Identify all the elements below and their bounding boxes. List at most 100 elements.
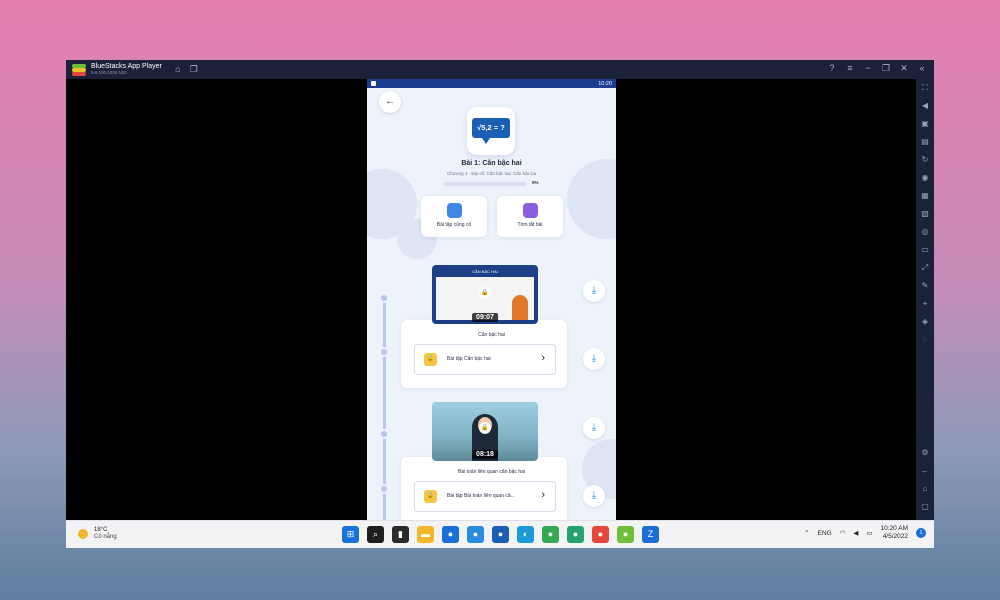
zalo-icon[interactable]: Z xyxy=(642,526,659,543)
video-thumbnail[interactable]: CĂN BẬC HAI 🔒 09:07 xyxy=(432,265,538,324)
video-duration: 08:18 xyxy=(472,450,498,459)
taskbar-apps: ⊞ ⌕ ▮ ▬ ● ● ● ◐ ● ● ● ● Z xyxy=(342,526,659,543)
recent-apps-icon[interactable]: ▢ xyxy=(916,498,934,516)
exercise-row[interactable]: 🔒 Bài tập Căn bậc hai › xyxy=(414,344,556,375)
camera-icon[interactable]: ▦ xyxy=(916,187,934,205)
lesson-subtitle: Chương 1 · Đại số: Căn bậc hai. Căn bậc … xyxy=(446,171,537,176)
home-icon[interactable]: ⌂ xyxy=(170,64,186,75)
app-icon-2[interactable]: ● xyxy=(467,526,484,543)
bluestacks-logo-icon xyxy=(72,63,86,76)
summary-card-label: Tóm tắt bài xyxy=(517,222,543,228)
app-icon-3[interactable]: ● xyxy=(492,526,509,543)
multi-instance-icon[interactable]: ❐ xyxy=(186,64,202,75)
slide-heading: CĂN BẬC HAI xyxy=(472,269,498,274)
title-bar: BlueStacks App Player 5.6.100.1026 N32 ⌂… xyxy=(66,60,934,79)
chevron-right-icon: › xyxy=(541,489,545,501)
edge-icon[interactable]: ◐ xyxy=(517,526,534,543)
location-icon[interactable]: ⌖ xyxy=(916,295,934,313)
volume-icon[interactable]: ◀ xyxy=(916,97,934,115)
fullscreen-icon[interactable]: ⛶ xyxy=(916,79,934,97)
sun-icon xyxy=(78,528,88,539)
summary-icon xyxy=(522,203,538,218)
download-button[interactable]: ⤓ xyxy=(583,348,605,370)
lock-icon: 🔒 xyxy=(424,490,437,503)
window-title: BlueStacks App Player xyxy=(91,63,162,71)
download-icon: ⤓ xyxy=(591,490,597,501)
android-screen: 10:20 ← √5,2 = ? Bài 1: Căn bậc hai Chươ… xyxy=(367,79,616,520)
chrome-icon-2[interactable]: ● xyxy=(592,526,609,543)
sync-icon[interactable]: ◌ xyxy=(916,331,934,349)
chrome-icon-1[interactable]: ● xyxy=(542,526,559,543)
weather-description: Có nắng xyxy=(94,533,117,540)
gamepad-icon[interactable]: ◉ xyxy=(916,169,934,187)
notification-icon xyxy=(371,81,376,86)
exercise-row[interactable]: 🔒 Bài tập Bài toán liên quan că... › xyxy=(414,481,556,512)
exercise-book-icon xyxy=(446,203,462,218)
chevron-right-icon: › xyxy=(541,352,545,364)
notification-badge[interactable]: 1 xyxy=(916,528,926,539)
battery-icon[interactable]: ▭ xyxy=(866,529,872,537)
screenshot-icon[interactable]: ▧ xyxy=(916,205,934,223)
clock-date: 4/5/2022 xyxy=(882,533,908,541)
restore-icon[interactable]: ❐ xyxy=(878,63,894,74)
layers-icon[interactable]: ◈ xyxy=(916,313,934,331)
home-nav-icon[interactable]: ⌂ xyxy=(916,480,934,498)
close-icon[interactable]: ✕ xyxy=(896,63,912,74)
android-status-bar: 10:20 xyxy=(367,79,616,88)
back-button[interactable]: ← xyxy=(379,91,401,113)
resize-icon[interactable]: ⤢ xyxy=(916,259,934,277)
lock-icon: 🔒 xyxy=(424,353,437,366)
minimize-icon[interactable]: − xyxy=(860,63,876,74)
download-button[interactable]: ⤓ xyxy=(583,417,605,439)
timeline-dot xyxy=(379,293,389,303)
system-tray: ⌃ ENG ◠ ◀ ▭ 10:20 AM 4/5/2022 1 xyxy=(804,525,926,541)
exercise-card-label: Bài tập củng cố xyxy=(436,222,472,228)
eco-icon[interactable]: ✎ xyxy=(916,277,934,295)
bluestacks-sidebar: ⛶ ◀ ▣ ▤ ↻ ◉ ▦ ▧ ◎ ▭ ⤢ ✎ ⌖ ◈ ◌ ⚙ ← ⌂ ▢ xyxy=(916,79,934,520)
app-icon-1[interactable]: ● xyxy=(442,526,459,543)
collapse-sidebar-icon[interactable]: « xyxy=(914,63,930,74)
download-button[interactable]: ⤓ xyxy=(583,280,605,302)
lock-icon: 🔒 xyxy=(479,422,491,434)
weather-temperature: 18°C xyxy=(94,527,108,533)
language-indicator[interactable]: ENG xyxy=(818,530,832,537)
lesson-thumbnail: √5,2 = ? xyxy=(467,107,515,155)
bluestacks-icon[interactable]: ● xyxy=(617,526,634,543)
weather-widget[interactable]: 18°C Có nắng xyxy=(78,527,117,540)
clock[interactable]: 10:20 AM 4/5/2022 xyxy=(881,525,908,541)
media-icon[interactable]: ▣ xyxy=(916,115,934,133)
lesson-thumbnail-text: √5,2 = ? xyxy=(472,118,510,138)
help-icon[interactable]: ? xyxy=(824,63,840,74)
video-duration: 09:07 xyxy=(472,313,498,322)
download-button[interactable]: ⤓ xyxy=(583,485,605,507)
clock-time: 10:20 AM xyxy=(880,525,908,532)
video-thumbnail[interactable]: 🔒 08:18 xyxy=(432,402,538,461)
back-nav-icon[interactable]: ← xyxy=(916,462,934,480)
search-icon[interactable]: ⌕ xyxy=(367,526,384,543)
window-version: 5.6.100.1026 N32 xyxy=(91,70,127,76)
timeline-dot xyxy=(379,484,389,494)
keyboard-icon[interactable]: ▤ xyxy=(916,133,934,151)
folder-icon[interactable]: ▭ xyxy=(916,241,934,259)
status-time: 10:20 xyxy=(598,80,612,87)
video-title: Bài toán liên quan căn bậc hai xyxy=(458,469,525,475)
task-view-icon[interactable]: ▮ xyxy=(392,526,409,543)
chevron-up-icon[interactable]: ⌃ xyxy=(804,529,809,537)
progress-label: 0% xyxy=(532,180,539,185)
rotate-icon[interactable]: ↻ xyxy=(916,151,934,169)
progress-bar xyxy=(443,182,526,186)
windows-start-icon[interactable]: ⊞ xyxy=(342,526,359,543)
timeline-dot xyxy=(379,429,389,439)
file-explorer-icon[interactable]: ▬ xyxy=(417,526,434,543)
windows-taskbar: 18°C Có nắng ⊞ ⌕ ▮ ▬ ● ● ● ◐ ● ● ● ● Z ⌃ ENG ◠ ◀ ▭ 1… xyxy=(66,520,934,548)
menu-icon[interactable]: ≡ xyxy=(842,63,858,74)
record-icon[interactable]: ◎ xyxy=(916,223,934,241)
video-title: Căn bậc hai xyxy=(478,332,505,338)
settings-icon[interactable]: ⚙ xyxy=(916,444,934,462)
app-icon-4[interactable]: ● xyxy=(567,526,584,543)
exercise-card-button[interactable]: Bài tập củng cố xyxy=(421,196,487,237)
arrow-left-icon: ← xyxy=(385,96,395,107)
summary-card-button[interactable]: Tóm tắt bài xyxy=(497,196,563,237)
wifi-icon[interactable]: ◠ xyxy=(840,529,846,537)
speaker-icon[interactable]: ◀ xyxy=(853,529,858,537)
